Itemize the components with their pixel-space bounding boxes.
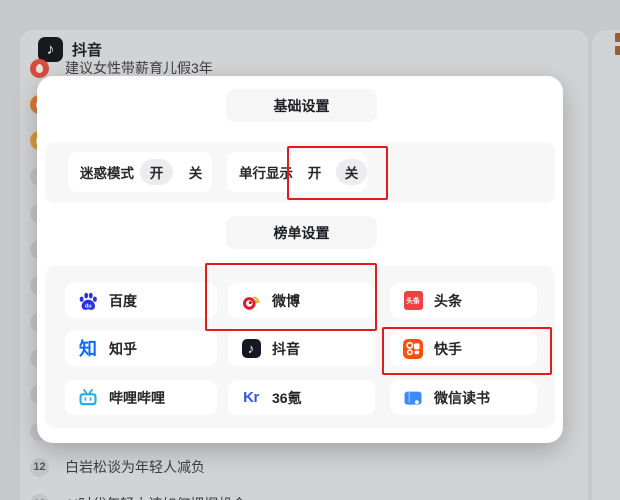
platform-item-wechat-reading[interactable]: 微信读书: [390, 380, 537, 415]
list-item-label: 建议女性带薪育儿假3年: [65, 58, 213, 78]
douyin-icon: ♪: [241, 339, 261, 359]
platform-item-36kr[interactable]: Kr 36氪: [228, 380, 375, 415]
confuse-mode-on-option[interactable]: 开: [140, 159, 173, 185]
platform-item-kuaishou[interactable]: 快手: [390, 331, 537, 366]
toggle-label: 迷惑模式: [80, 162, 134, 182]
ranking-settings-button[interactable]: 榜单设置: [226, 216, 377, 249]
weibo-icon: [241, 291, 261, 311]
zhihu-icon: 知: [78, 339, 98, 359]
app-title: 抖音: [72, 39, 102, 60]
platform-label: 哔哩哔哩: [109, 388, 165, 408]
wechat-reading-icon: [403, 388, 423, 408]
toggle-confuse-mode: 迷惑模式 开 关: [68, 152, 212, 192]
bilibili-icon: [78, 388, 98, 408]
platform-label: 微博: [272, 291, 300, 311]
clipped-text-fragment: [615, 46, 620, 55]
platform-label: 头条: [434, 291, 462, 311]
single-line-off-option[interactable]: 关: [336, 159, 367, 185]
list-item[interactable]: 12 白岩松谈为年轻人减负: [30, 457, 205, 477]
rank-number: 13: [30, 494, 49, 500]
platform-label: 快手: [434, 339, 462, 359]
toggle-single-line: 单行显示 开 关: [227, 152, 367, 192]
rank-number: 12: [30, 458, 49, 477]
right-card: [592, 30, 620, 500]
platform-item-bilibili[interactable]: 哔哩哔哩: [65, 380, 217, 415]
page: ♪ 抖音 建议女性带薪育儿假3年 12 白岩松谈为年轻人减负 13 AI时代年轻人该如何…: [0, 0, 620, 500]
single-line-on-option[interactable]: 开: [299, 159, 330, 185]
clipped-text-fragment: [615, 33, 620, 42]
list-item-label: 白岩松谈为年轻人减负: [65, 457, 205, 477]
platform-item-zhihu[interactable]: 知 知乎: [65, 331, 217, 366]
platform-item-baidu[interactable]: du 百度: [65, 283, 217, 318]
36kr-icon: Kr: [241, 388, 261, 408]
toutiao-icon: 头条: [403, 291, 423, 311]
platform-label: 36氪: [272, 388, 302, 408]
platform-label: 百度: [109, 291, 137, 311]
list-item[interactable]: 建议女性带薪育儿假3年: [30, 58, 213, 78]
platform-label: 微信读书: [434, 388, 490, 408]
basic-settings-button[interactable]: 基础设置: [226, 89, 377, 122]
settings-modal: 基础设置 迷惑模式 开 关 单行显示 开 关 榜单设置: [37, 76, 563, 443]
platform-label: 抖音: [272, 339, 300, 359]
platform-item-toutiao[interactable]: 头条 头条: [390, 283, 537, 318]
platform-item-douyin[interactable]: ♪ 抖音: [228, 331, 375, 366]
baidu-icon: du: [78, 291, 98, 311]
confuse-mode-off-option[interactable]: 关: [179, 159, 212, 185]
platform-item-weibo[interactable]: 微博: [228, 283, 375, 318]
toggle-label: 单行显示: [239, 162, 293, 182]
svg-text:du: du: [85, 303, 92, 309]
rank-badge-icon: [30, 59, 49, 78]
kuaishou-icon: [403, 339, 423, 359]
platform-label: 知乎: [109, 339, 137, 359]
list-item[interactable]: 13 AI时代年轻人该如何把握机会: [30, 494, 246, 500]
list-item-label: AI时代年轻人该如何把握机会: [65, 494, 246, 500]
